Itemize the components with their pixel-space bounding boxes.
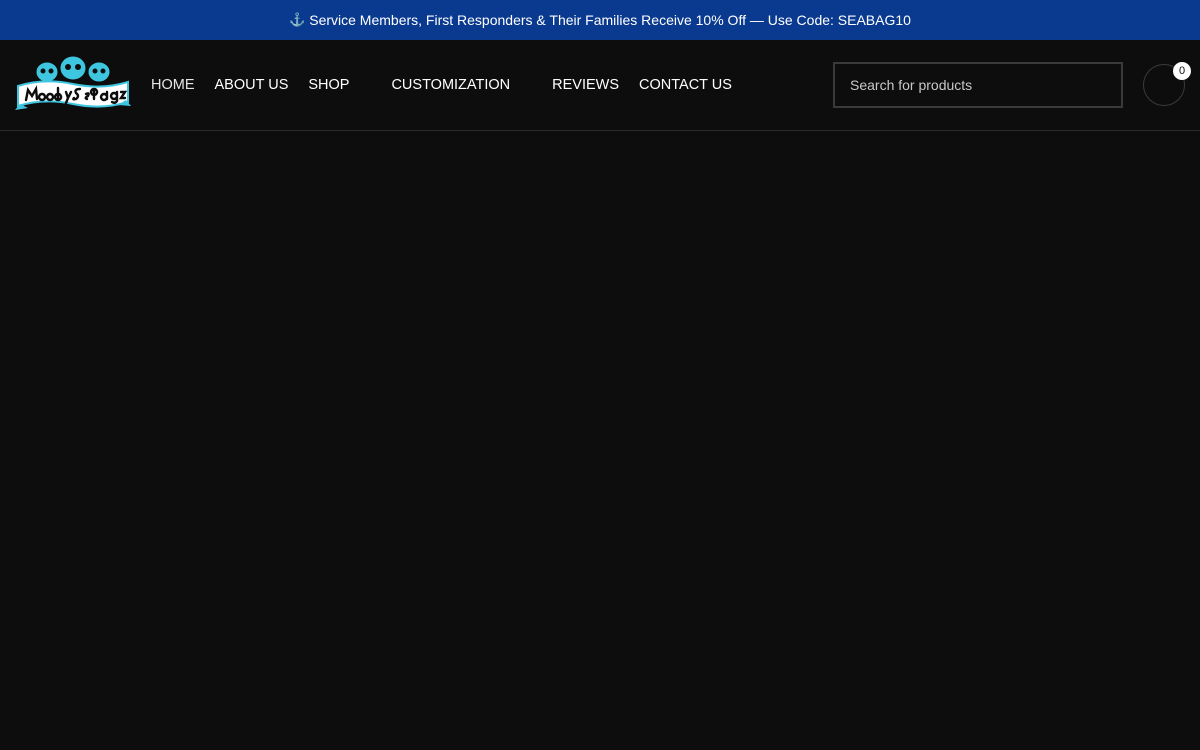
nav-item-contact-us[interactable]: CONTACT US [629, 77, 742, 93]
nav-item-home[interactable]: HOME [141, 77, 205, 93]
nav-item-label: REVIEWS [552, 77, 620, 93]
search-box [833, 62, 1123, 108]
nav-item-customization[interactable]: CUSTOMIZATION [381, 77, 534, 93]
promo-text: Service Members, First Responders & Thei… [309, 12, 911, 28]
logo-graphic [15, 55, 131, 110]
site-header: HOME ABOUT US SHOP CUSTOMIZATION REVIEWS… [0, 40, 1200, 131]
main-nav: HOME ABOUT US SHOP CUSTOMIZATION REVIEWS… [141, 40, 742, 130]
nav-item-about-us[interactable]: ABOUT US [205, 77, 299, 93]
search-input[interactable] [850, 77, 1106, 93]
main-content [0, 131, 1200, 750]
nav-item-label: SHOP [308, 77, 350, 93]
nav-item-shop[interactable]: SHOP [298, 77, 373, 93]
nav-item-label: CUSTOMIZATION [391, 77, 511, 93]
nav-item-label: ABOUT US [214, 77, 289, 93]
nav-item-label: HOME [151, 77, 195, 93]
nav-item-reviews[interactable]: REVIEWS [542, 77, 629, 93]
chevron-down-icon [516, 82, 525, 88]
site-logo[interactable] [14, 55, 132, 114]
nav-item-label: CONTACT US [639, 77, 732, 93]
promo-bar: ⚓ Service Members, First Responders & Th… [0, 0, 1200, 40]
chevron-down-icon [355, 82, 364, 88]
cart-count-badge: 0 [1173, 62, 1191, 80]
anchor-icon: ⚓ [289, 12, 306, 27]
